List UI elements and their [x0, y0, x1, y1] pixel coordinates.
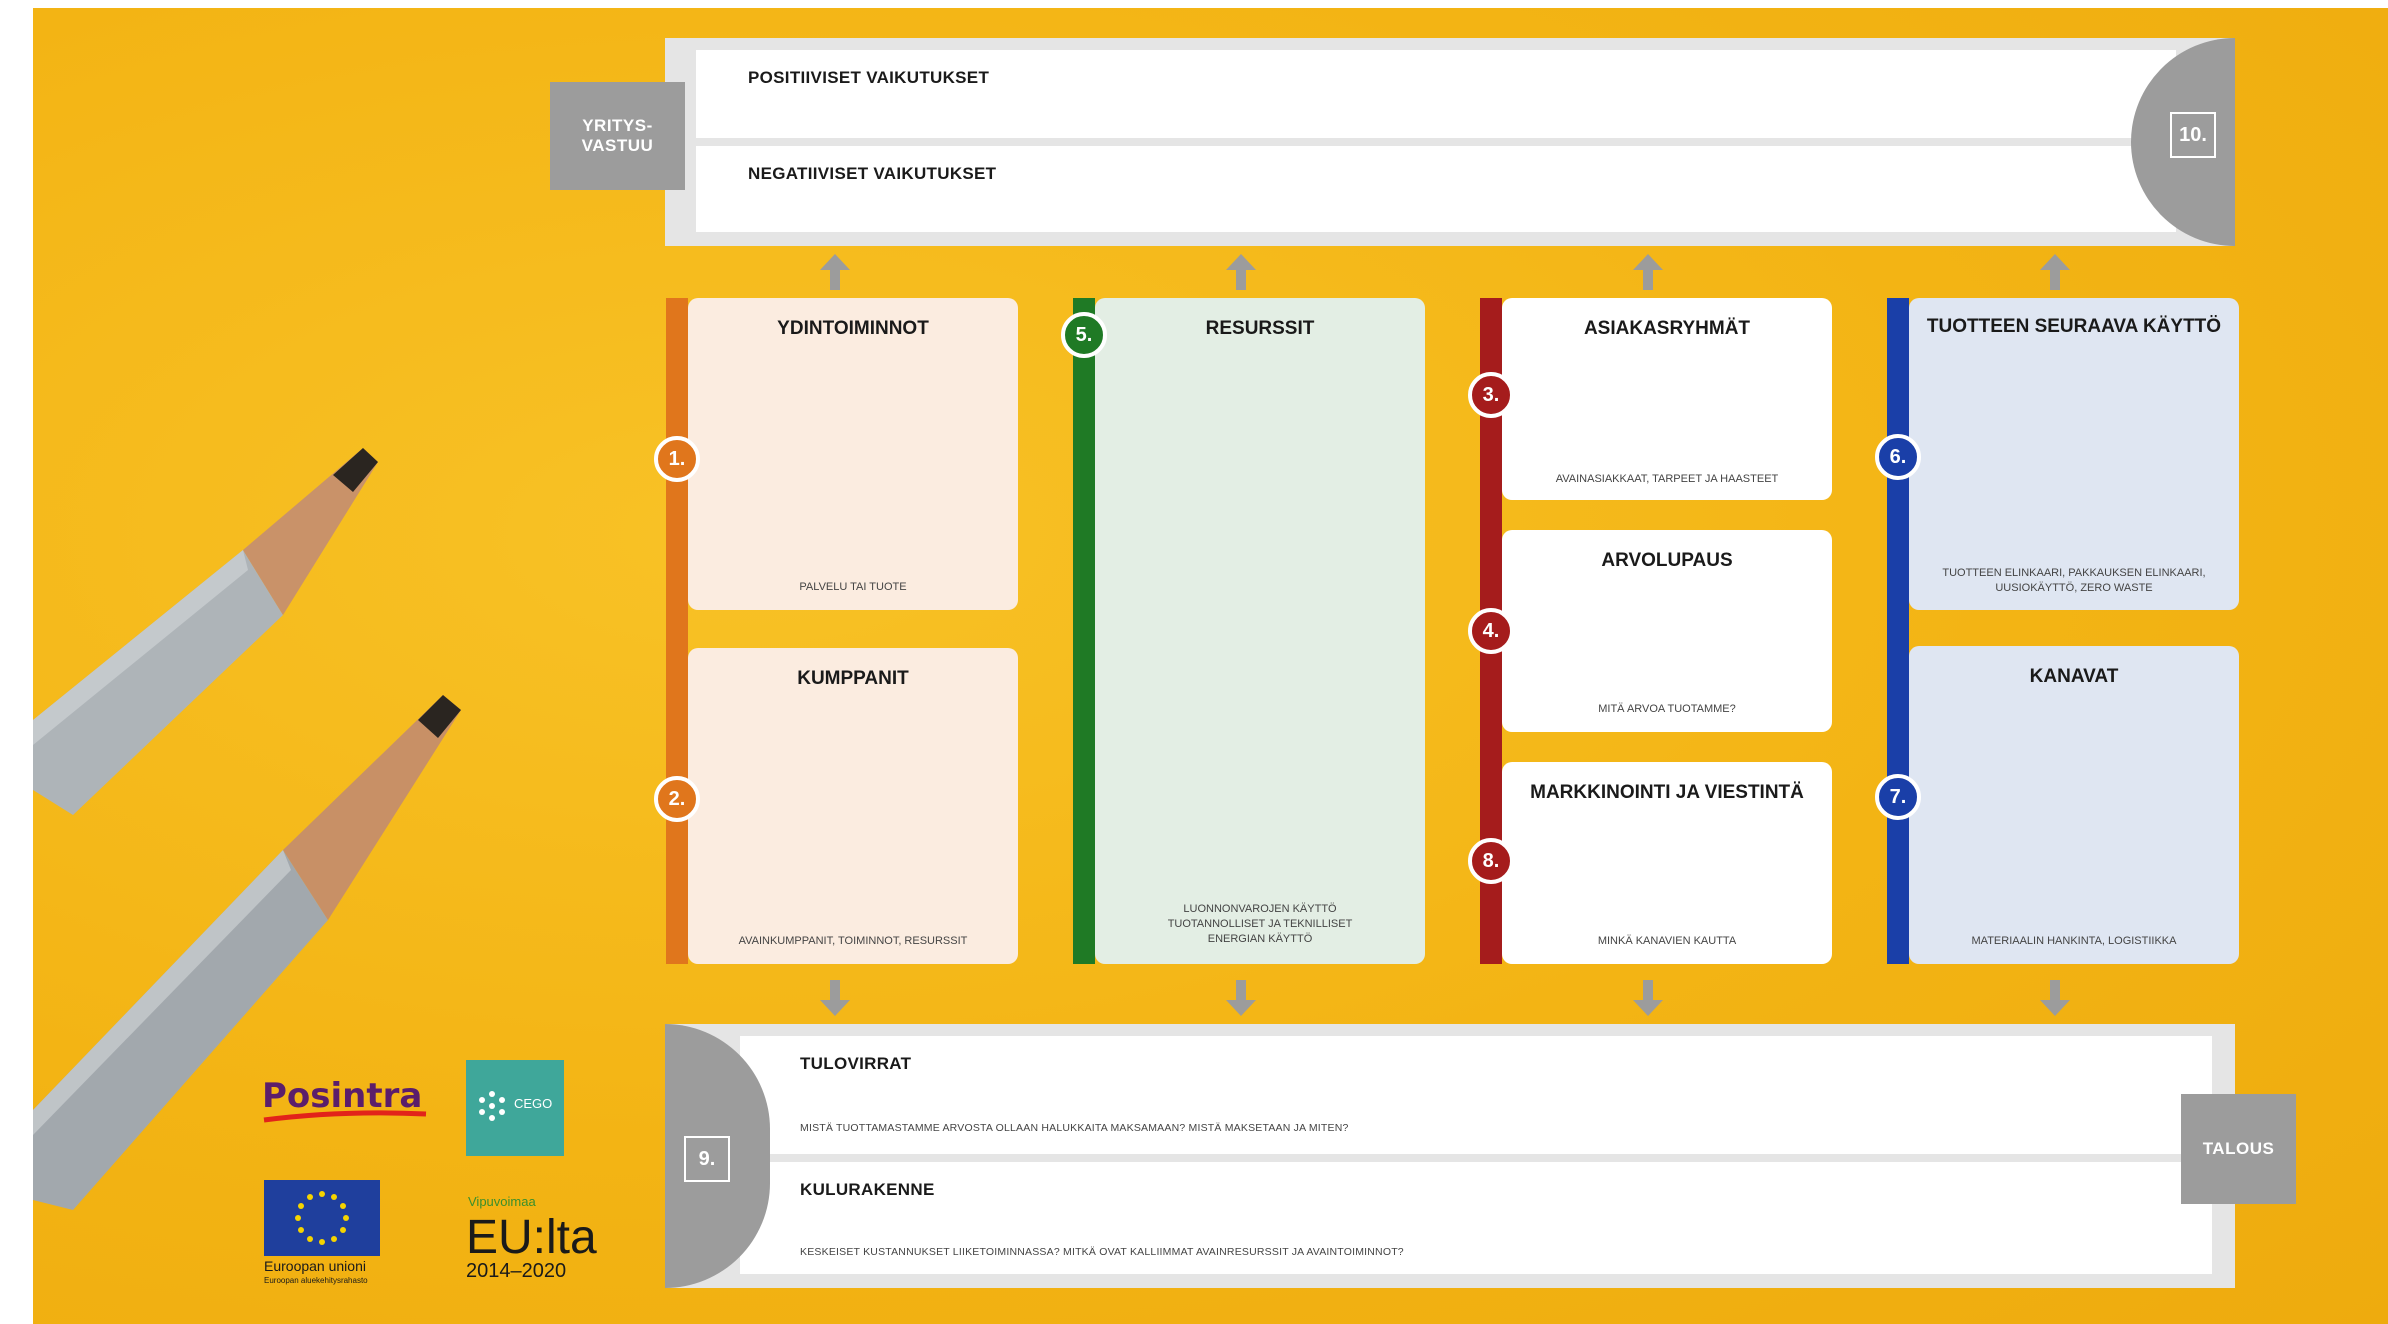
positive-effects-row [696, 50, 2176, 138]
negative-effects-row [696, 146, 2176, 232]
card-subtitle: MITÄ ARVOA TUOTAMME? [1598, 703, 1736, 715]
column-1-bar [666, 298, 688, 964]
card-subtitle: TUOTTEEN ELINKAARI, PAKKAUKSEN ELINKAARI… [1942, 567, 2206, 594]
pencil-upper [33, 448, 378, 815]
card-ydintoiminnot: YDINTOIMINNOT PALVELU TAI TUOTE [688, 298, 1018, 610]
cego-logo: CEGO [466, 1060, 564, 1156]
eu-stars-icon [295, 1191, 349, 1245]
talous-label: TALOUS [2181, 1094, 2296, 1204]
card-title: RESURSSIT [1205, 318, 1315, 339]
card-title: MARKKINOINTI JA VIESTINTÄ [1530, 782, 1804, 803]
badge-5: 5. [1061, 312, 1107, 358]
arrow-up-icon [820, 254, 850, 290]
card-subtitle: MATERIAALIN HANKINTA, LOGISTIIKKA [1971, 935, 2177, 947]
card-asiakasryhmat: ASIAKASRYHMÄT AVAINASIAKKAAT, TARPEET JA… [1502, 298, 1832, 500]
badge-6: 6. [1875, 434, 1921, 480]
cego-text: CEGO [514, 1096, 553, 1111]
arrow-down-icon [2040, 980, 2070, 1016]
negative-effects-title: NEGATIIVISET VAIKUTUKSET [748, 164, 997, 183]
card-subtitle: PALVELU TAI TUOTE [799, 581, 907, 593]
eu-fund: Euroopan aluekehitysrahasto [264, 1276, 368, 1285]
card-title: ARVOLUPAUS [1601, 550, 1733, 571]
card-subtitle: LUONNONVAROJEN KÄYTTÖ TUOTANNOLLISET JA … [1167, 903, 1353, 945]
eulta-text: EU:lta [466, 1211, 597, 1264]
arrow-down-icon [820, 980, 850, 1016]
card-subtitle: AVAINKUMPPANIT, TOIMINNOT, RESURSSIT [738, 935, 968, 947]
card-subtitle: MINKÄ KANAVIEN KAUTTA [1597, 935, 1737, 947]
badge-2: 2. [654, 776, 700, 822]
card-title: KUMPPANIT [797, 668, 909, 689]
revenue-subtitle: MISTÄ TUOTTAMASTAMME ARVOSTA OLLAAN HALU… [800, 1122, 1349, 1134]
arrow-up-icon [1226, 254, 1256, 290]
card-title: TUOTTEEN SEURAAVA KÄYTTÖ [1926, 316, 2222, 337]
eu-name: Euroopan unioni [264, 1258, 366, 1274]
badge-7: 7. [1875, 774, 1921, 820]
arrow-down-icon [1633, 980, 1663, 1016]
arrow-up-icon [1633, 254, 1663, 290]
column-4-bar [1887, 298, 1909, 964]
card-seuraava-kaytto: TUOTTEEN SEURAAVA KÄYTTÖ TUOTTEEN ELINKA… [1909, 298, 2239, 610]
card-title: KANAVAT [2029, 666, 2119, 687]
years-text: 2014–2020 [466, 1260, 567, 1282]
badge-8: 8. [1468, 838, 1514, 884]
card-title: YDINTOIMINNOT [777, 318, 929, 339]
card-arvolupaus: ARVOLUPAUS MITÄ ARVOA TUOTAMME? [1502, 530, 1832, 732]
cost-subtitle: KESKEISET KUSTANNUKSET LIIKETOIMINNASSA?… [800, 1246, 1404, 1258]
yritysvastuu-label: YRITYS- VASTUU [550, 82, 685, 190]
cost-title: KULURAKENNE [800, 1180, 935, 1199]
column-2-bar [1073, 298, 1095, 964]
revenue-title: TULOVIRRAT [800, 1054, 912, 1073]
card-resurssit: RESURSSIT LUONNONVAROJEN KÄYTTÖ TUOTANNO… [1095, 298, 1425, 964]
vipuvoimaa-text: Vipuvoimaa [468, 1194, 536, 1209]
eu-flag [264, 1180, 380, 1256]
revenue-row [740, 1036, 2212, 1154]
card-kumppanit: KUMPPANIT AVAINKUMPPANIT, TOIMINNOT, RES… [688, 648, 1018, 964]
arrow-down-icon [1226, 980, 1256, 1016]
positive-effects-title: POSITIIVISET VAIKUTUKSET [748, 68, 990, 87]
card-subtitle: AVAINASIAKKAAT, TARPEET JA HAASTEET [1555, 473, 1779, 485]
card-markkinointi: MARKKINOINTI JA VIESTINTÄ MINKÄ KANAVIEN… [1502, 762, 1832, 964]
posintra-swoosh [263, 1110, 427, 1123]
badge-4: 4. [1468, 608, 1514, 654]
card-title: ASIAKASRYHMÄT [1583, 318, 1751, 339]
card-kanavat: KANAVAT MATERIAALIN HANKINTA, LOGISTIIKK… [1909, 646, 2239, 964]
number-10-badge: 10. [2170, 112, 2216, 158]
arrow-up-icon [2040, 254, 2070, 290]
number-9-badge: 9. [684, 1136, 730, 1182]
badge-1: 1. [654, 436, 700, 482]
badge-3: 3. [1468, 372, 1514, 418]
cego-dots-icon [479, 1091, 505, 1121]
